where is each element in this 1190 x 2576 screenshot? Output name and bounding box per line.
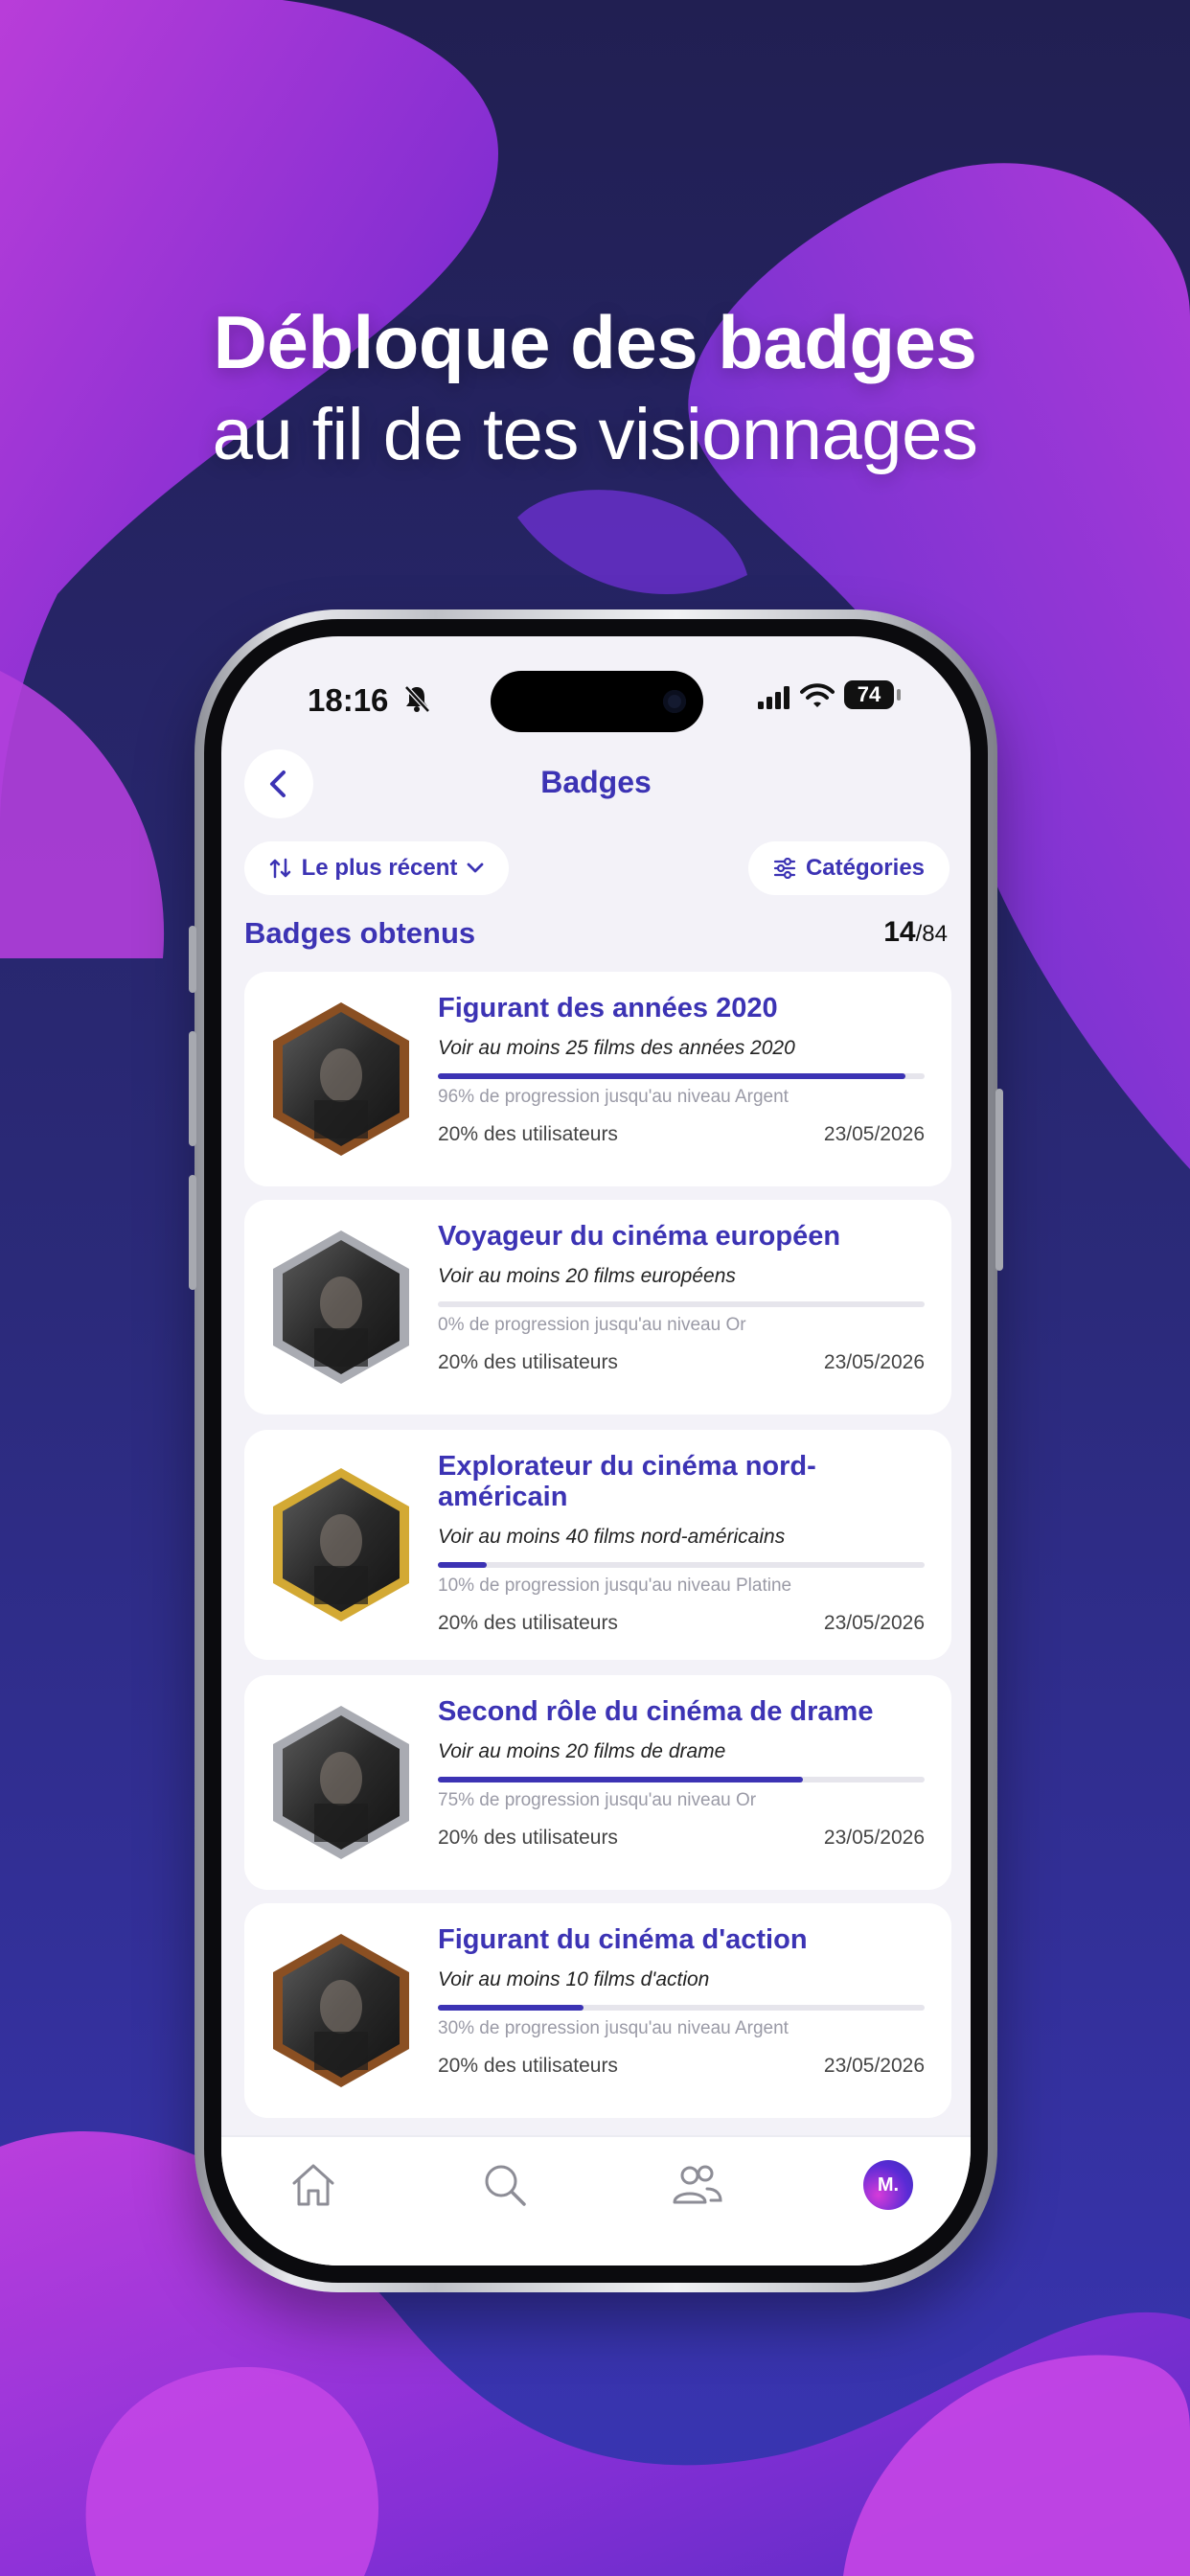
badge-description: Voir au moins 40 films nord-américains [438,1526,786,1548]
headline-bold: Débloque des badges [213,300,977,384]
progress-text: 30% de progression jusqu'au niveau Argen… [438,2018,789,2038]
app-screen: 18:16 74 Badges Le plus récent Catégorie… [221,636,971,2266]
phone-bezel: 18:16 74 Badges Le plus récent Catégorie… [204,619,988,2283]
tab-home[interactable] [285,2156,342,2214]
sliders-icon [773,858,796,879]
badge-date: 23/05/2026 [823,1351,925,1373]
progress-bar-fill [438,1777,803,1782]
users-percentage: 20% des utilisateurs [438,1123,618,1145]
badge-title: Second rôle du cinéma de drame [438,1696,874,1727]
phone-frame: 18:16 74 Badges Le plus récent Catégorie… [189,610,1003,2292]
users-percentage: 20% des utilisateurs [438,1351,618,1373]
dynamic-island [491,671,703,732]
progress-bar [438,1777,925,1782]
progress-bar [438,1073,925,1079]
badge-card[interactable]: Explorateur du cinéma nord-américain Voi… [244,1430,951,1660]
badge-title: Explorateur du cinéma nord-américain [438,1451,816,1512]
badge-hexagon-image [273,1934,409,2087]
power-button [995,1089,1003,1271]
progress-text: 75% de progression jusqu'au niveau Or [438,1790,757,1810]
avatar: M. [863,2160,913,2210]
tab-bar: M. [221,2135,971,2266]
tab-community[interactable] [668,2156,725,2214]
progress-bar [438,1301,925,1307]
badge-card[interactable]: Figurant des années 2020 Voir au moins 2… [244,972,951,1186]
badge-count-earned: 14 [883,916,916,948]
badge-description: Voir au moins 25 films des années 2020 [438,1037,795,1059]
sort-label: Le plus récent [301,855,458,881]
categories-button[interactable]: Catégories [748,841,950,895]
action-button [189,926,196,993]
badge-hexagon-image [273,1230,409,1384]
badge-date: 23/05/2026 [823,1612,925,1634]
signal-icon [758,686,790,709]
section-title: Badges obtenus [244,916,476,950]
progress-bar [438,1562,925,1568]
battery-tip [897,689,901,701]
sort-dropdown[interactable]: Le plus récent [244,841,509,895]
camera-icon [663,690,686,713]
bell-muted-icon [404,685,430,713]
badge-description: Voir au moins 20 films européens [438,1265,736,1287]
home-icon [292,2164,334,2206]
progress-bar-fill [438,1073,905,1079]
badge-title: Figurant des années 2020 [438,993,778,1024]
page-title: Badges [540,765,652,799]
volume-down-button [189,1175,196,1290]
badge-count-total: /84 [915,921,948,947]
users-icon [673,2165,722,2204]
volume-up-button [189,1031,196,1146]
progress-text: 96% de progression jusqu'au niveau Argen… [438,1087,789,1107]
badge-title: Figurant du cinéma d'action [438,1924,808,1955]
badge-date: 23/05/2026 [823,1123,925,1145]
users-percentage: 20% des utilisateurs [438,2055,618,2077]
badge-title: Voyageur du cinéma européen [438,1221,841,1252]
users-percentage: 20% des utilisateurs [438,1827,618,1849]
status-time: 18:16 [308,682,389,718]
progress-bar [438,2005,925,2011]
badge-date: 23/05/2026 [823,2055,925,2077]
headline-regular: au fil de tes visionnages [212,394,978,475]
badge-description: Voir au moins 20 films de drame [438,1740,726,1762]
battery-indicator: 74 [844,680,894,709]
tab-search[interactable] [476,2156,534,2214]
sort-arrows-icon [269,858,290,879]
badge-count: 14/84 [883,916,948,949]
badge-hexagon-image [273,1706,409,1859]
badge-hexagon-image [273,1468,409,1622]
progress-bar-fill [438,1562,487,1568]
search-icon [485,2165,526,2206]
tab-profile[interactable]: M. [859,2156,917,2214]
badge-card[interactable]: Voyageur du cinéma européen Voir au moin… [244,1200,951,1414]
progress-text: 10% de progression jusqu'au niveau Plati… [438,1576,792,1596]
badge-description: Voir au moins 10 films d'action [438,1968,710,1990]
progress-text: 0% de progression jusqu'au niveau Or [438,1315,746,1335]
badge-card[interactable]: Figurant du cinéma d'action Voir au moin… [244,1903,951,2118]
badge-date: 23/05/2026 [823,1827,925,1849]
wifi-icon [800,683,835,707]
users-percentage: 20% des utilisateurs [438,1612,618,1634]
badge-card[interactable]: Second rôle du cinéma de drame Voir au m… [244,1675,951,1890]
categories-label: Catégories [805,855,926,881]
progress-bar-fill [438,2005,584,2011]
chevron-down-icon [467,862,484,873]
badge-hexagon-image [273,1002,409,1156]
